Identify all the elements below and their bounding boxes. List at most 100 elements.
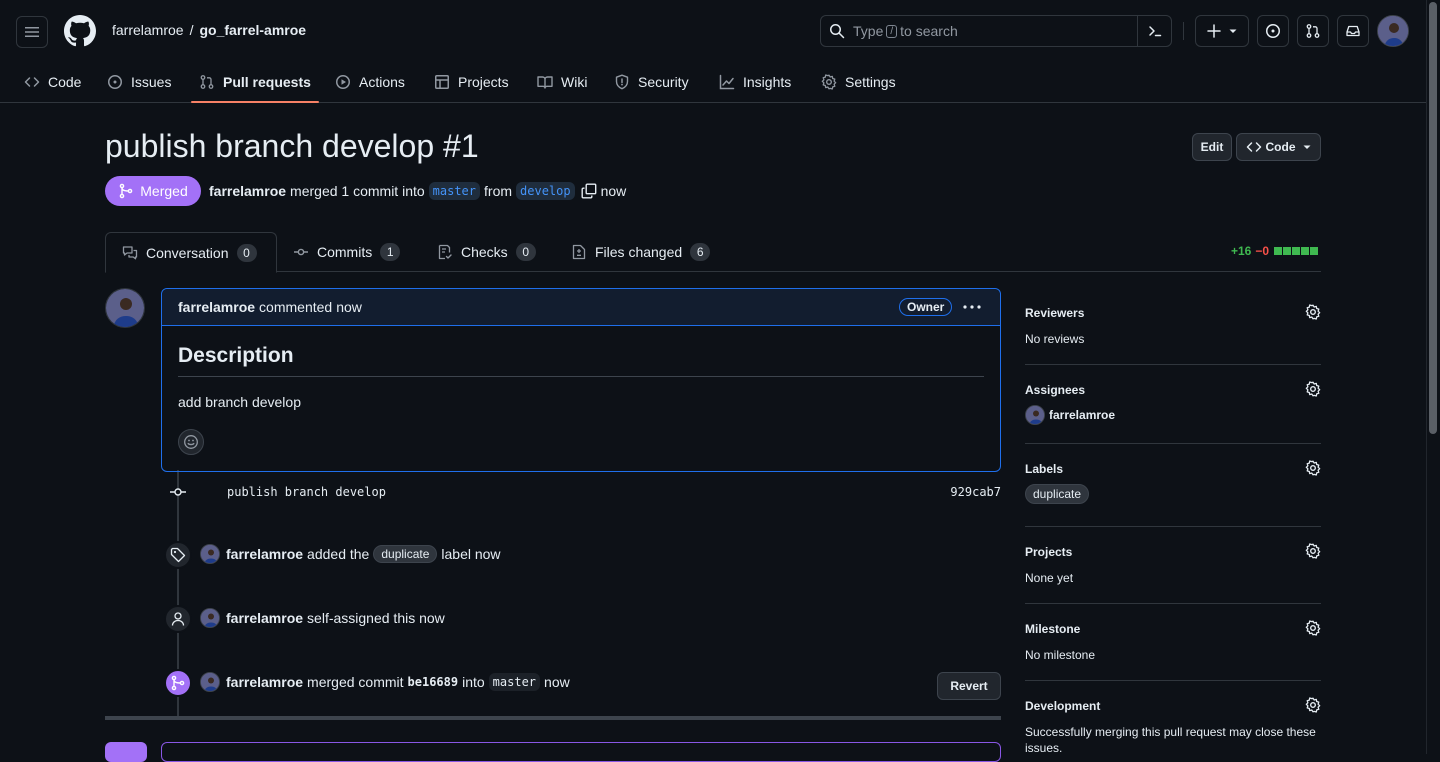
gear-icon[interactable] [1305, 620, 1321, 636]
nav-insights[interactable]: Insights [719, 62, 791, 102]
search-icon [830, 24, 845, 39]
edit-title-button[interactable]: Edit [1192, 133, 1232, 161]
sidebar-assignees-title[interactable]: Assignees [1025, 383, 1321, 397]
sidebar-divider [1025, 603, 1321, 604]
gear-icon[interactable] [1305, 460, 1321, 476]
tab-commits-count: 1 [380, 243, 401, 261]
sidebar-milestone-value: No milestone [1025, 648, 1096, 662]
sidebar-divider [1025, 364, 1321, 365]
tab-conversation[interactable]: Conversation 0 [105, 232, 277, 273]
status-badge-label: Merged [140, 183, 188, 199]
timeline-commit: publish branch develop 929cab7 [169, 482, 1001, 502]
commit-sha[interactable]: 929cab7 [950, 485, 1001, 499]
diffstat-box [1310, 247, 1319, 255]
revert-button[interactable]: Revert [937, 672, 1001, 700]
gear-icon[interactable] [1305, 543, 1321, 559]
event-badge [164, 669, 192, 697]
nav-pull-requests[interactable]: Pull requests [191, 62, 319, 103]
search-placeholder: Type / to search [853, 23, 958, 39]
nav-issues[interactable]: Issues [107, 62, 171, 102]
event-actor[interactable]: farrelamroe [226, 610, 303, 626]
sidebar-development-title[interactable]: Development [1025, 699, 1321, 713]
search-input[interactable]: Type / to search [820, 15, 1172, 47]
sidebar-divider [1025, 526, 1321, 527]
issues-button[interactable] [1257, 15, 1289, 47]
event-avatar[interactable] [200, 672, 220, 692]
git-commit-icon [294, 248, 308, 256]
gear-icon[interactable] [1305, 304, 1321, 320]
event-text: farrelamroe merged commit be16689 into m… [200, 672, 570, 692]
kebab-horizontal-icon[interactable] [962, 299, 982, 315]
sidebar-milestone: Milestone No milestone [1025, 620, 1321, 663]
event-actor[interactable]: farrelamroe [226, 546, 303, 562]
event-text: farrelamroe added the duplicate label no… [200, 544, 501, 564]
sidebar-divider [1025, 443, 1321, 444]
create-new-button[interactable] [1195, 15, 1249, 47]
nav-code[interactable]: Code [24, 62, 81, 102]
sidebar-projects-title[interactable]: Projects [1025, 545, 1321, 559]
sidebar-labels-title[interactable]: Labels [1025, 462, 1321, 476]
page-title: publish branch develop #1 [105, 128, 479, 164]
nav-actions[interactable]: Actions [335, 62, 405, 102]
pull-requests-button[interactable] [1297, 15, 1329, 47]
event-avatar[interactable] [200, 544, 220, 564]
assignee-avatar [1025, 405, 1045, 425]
tab-commits[interactable]: Commits 1 [293, 232, 401, 272]
comment-timestamp[interactable]: now [336, 299, 362, 315]
gear-icon[interactable] [1305, 381, 1321, 397]
sidebar-milestone-title[interactable]: Milestone [1025, 622, 1321, 636]
assignee-item[interactable]: farrelamroe [1025, 405, 1321, 425]
event-badge [164, 541, 192, 569]
comment-author-avatar[interactable] [105, 288, 145, 328]
sidebar-development: Development Successfully merging this pu… [1025, 697, 1321, 756]
nav-wiki-label: Wiki [561, 74, 588, 90]
head-branch-link[interactable]: develop [516, 182, 575, 200]
gear-icon[interactable] [1305, 697, 1321, 713]
tab-files-changed[interactable]: Files changed 6 [571, 232, 711, 272]
breadcrumb-repo[interactable]: go_farrel-amroe [199, 22, 306, 38]
comment-author[interactable]: farrelamroe [178, 299, 255, 315]
event-avatar[interactable] [200, 608, 220, 628]
commit-message[interactable]: publish branch develop [227, 485, 386, 499]
event-into: into [462, 674, 485, 690]
merge-commit-sha[interactable]: be16689 [408, 675, 459, 689]
sidebar-development-value: Successfully merging this pull request m… [1025, 725, 1316, 755]
play-icon [336, 75, 350, 89]
timeline-end-divider [105, 716, 1001, 720]
sidebar-label-duplicate[interactable]: duplicate [1025, 484, 1090, 504]
pr-author-link[interactable]: farrelamroe [209, 183, 286, 199]
add-reaction-button[interactable] [178, 429, 204, 455]
tab-checks-label: Checks [461, 244, 508, 260]
caret-down-icon [1229, 29, 1237, 33]
avatar-image-icon [106, 289, 144, 327]
sidebar-reviewers-title[interactable]: Reviewers [1025, 306, 1321, 320]
base-branch-link[interactable]: master [428, 182, 481, 200]
nav-pull-requests-label: Pull requests [223, 74, 311, 90]
user-avatar[interactable] [1377, 15, 1409, 47]
person-icon [171, 612, 185, 626]
inbox-button[interactable] [1337, 15, 1369, 47]
command-palette-button[interactable] [1137, 16, 1171, 46]
nav-security[interactable]: Security [614, 62, 689, 102]
github-logo-icon[interactable] [64, 15, 96, 47]
comment-header: farrelamroe commented now Owner [162, 289, 1000, 326]
nav-wiki[interactable]: Wiki [537, 62, 587, 102]
event-actor[interactable]: farrelamroe [226, 674, 303, 690]
merge-icon [171, 675, 185, 691]
tab-checks-count: 0 [515, 243, 536, 261]
code-dropdown-label: Code [1265, 140, 1296, 154]
scrollbar-thumb[interactable] [1429, 2, 1437, 434]
comment-discussion-icon [122, 245, 138, 259]
menu-button[interactable] [16, 16, 48, 48]
nav-settings[interactable]: Settings [821, 62, 896, 102]
code-dropdown-button[interactable]: Code [1236, 133, 1321, 161]
copy-icon[interactable] [581, 183, 597, 199]
merge-target-branch[interactable]: master [488, 673, 541, 691]
diffstat-box [1301, 247, 1310, 255]
nav-projects[interactable]: Projects [434, 62, 509, 102]
breadcrumb-owner[interactable]: farrelamroe [112, 22, 184, 38]
sidebar-labels: Labels duplicate [1025, 460, 1321, 504]
label-duplicate[interactable]: duplicate [373, 545, 438, 563]
tab-checks[interactable]: Checks 0 [437, 232, 536, 272]
pr-meta-text: merged 1 commit into [290, 183, 425, 199]
